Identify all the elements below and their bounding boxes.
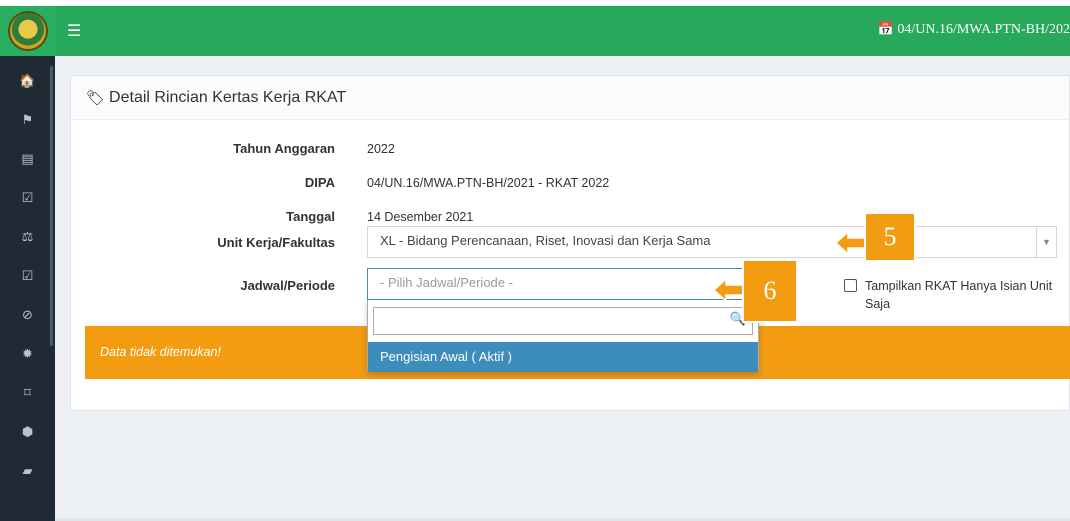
period-text: 04/UN.16/MWA.PTN-BH/202 [897,22,1070,37]
app-window: 🏠 ⚑ ▤ ☑ ⚖ ☑ ⊘ ✹ ⌑ ⬢ ▰ ☰ 📅 04/UN.16/MWA.PTN-BH/202 … [0,0,1070,521]
sidebar: 🏠 ⚑ ▤ ☑ ⚖ ☑ ⊘ ✹ ⌑ ⬢ ▰ [0,6,55,521]
book-icon[interactable]: ▰ [0,452,55,491]
sidebar-menu: 🏠 ⚑ ▤ ☑ ⚖ ☑ ⊘ ✹ ⌑ ⬢ ▰ [0,62,55,491]
check-square-icon[interactable]: ☑ [0,179,55,218]
tanggal-value: 14 Desember 2021 [367,210,474,224]
jadwal-periode-select[interactable]: - Pilih Jadwal/Periode - [367,268,759,300]
dipa-label: DIPA [304,175,335,190]
period-indicator[interactable]: 📅 04/UN.16/MWA.PTN-BH/202 [878,22,1070,38]
unit-kerja-selected-value: XL - Bidang Perencanaan, Riset, Inovasi … [380,233,711,248]
callout-badge-6: 6 [742,259,798,323]
unit-only-filter[interactable]: Tampilkan RKAT Hanya Isian Unit Saja [844,277,1064,313]
gear-icon[interactable]: ✹ [0,335,55,374]
main-content: 🏷 Detail Rincian Kertas Kerja RKAT Tahun… [55,56,1070,521]
chevron-down-icon[interactable]: ▼ [1036,227,1056,257]
file-icon[interactable]: ▤ [0,140,55,179]
unit-only-checkbox-label[interactable]: Tampilkan RKAT Hanya Isian Unit Saja [865,277,1064,313]
university-seal-logo [7,11,48,51]
tahun-anggaran-label: Tahun Anggaran [233,141,335,156]
panel-title: Detail Rincian Kertas Kerja RKAT [109,88,347,106]
tanggal-label: Tanggal [286,209,335,224]
unit-kerja-label: Unit Kerja/Fakultas [217,235,335,250]
dropdown-search-input[interactable]: 🔍 [373,307,753,335]
panel-header: 🏷 Detail Rincian Kertas Kerja RKAT [71,76,1069,120]
dropdown-option[interactable]: Pengisian Awal ( Aktif ) [368,342,758,372]
callout-badge-5: 5 [864,212,916,262]
jadwal-periode-placeholder: - Pilih Jadwal/Periode - [380,275,513,290]
tag-icon: 🏷 [86,88,106,107]
hamburger-icon[interactable]: ☰ [67,21,81,40]
flag-icon[interactable]: ⚑ [0,101,55,140]
ban-icon[interactable]: ⊘ [0,296,55,335]
jadwal-periode-dropdown: 🔍 Pengisian Awal ( Aktif ) [367,300,759,372]
cube-icon[interactable]: ⬢ [0,413,55,452]
check-square-icon[interactable]: ☑ [0,257,55,296]
unit-kerja-select[interactable]: XL - Bidang Perencanaan, Riset, Inovasi … [367,226,1057,258]
alert-text: Data tidak ditemukan! [100,345,221,359]
home-icon[interactable]: 🏠 [0,62,55,101]
app-logo[interactable] [0,6,55,56]
tahun-anggaran-value: 2022 [367,142,395,156]
sidebar-scrollbar[interactable] [50,66,53,346]
top-navbar: ☰ 📅 04/UN.16/MWA.PTN-BH/202 [55,6,1070,56]
dipa-value: 04/UN.16/MWA.PTN-BH/2021 - RKAT 2022 [367,176,610,190]
unit-only-checkbox[interactable] [844,279,857,292]
balance-scale-icon[interactable]: ⚖ [0,218,55,257]
detail-panel: 🏷 Detail Rincian Kertas Kerja RKAT Tahun… [70,75,1070,411]
bookmark-icon[interactable]: ⌑ [0,374,55,413]
jadwal-periode-label: Jadwal/Periode [240,278,335,293]
calendar-icon: 📅 [877,22,894,37]
